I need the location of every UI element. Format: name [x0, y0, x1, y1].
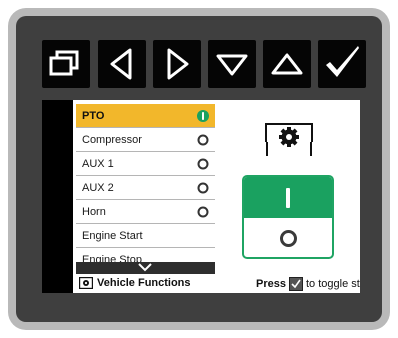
- list-item-label: AUX 1: [82, 158, 114, 170]
- gear-icon: [264, 123, 314, 156]
- list-item-label: AUX 2: [82, 182, 114, 194]
- toggle-off-state[interactable]: [244, 218, 332, 257]
- up-button[interactable]: [263, 40, 311, 88]
- list-item-engine-start[interactable]: Engine Start: [76, 224, 215, 248]
- list-item-label: Engine Start: [82, 230, 143, 242]
- list-item-compressor[interactable]: Compressor: [76, 128, 215, 152]
- toggle-on-state[interactable]: [244, 177, 332, 218]
- state-toggle[interactable]: [242, 175, 334, 259]
- function-list: PTO Compressor AUX 1 AUX 2 Horn Engine S…: [76, 104, 215, 272]
- confirm-button[interactable]: [318, 40, 366, 88]
- list-item-horn[interactable]: Horn: [76, 200, 215, 224]
- list-item-aux2[interactable]: AUX 2: [76, 176, 215, 200]
- list-item-pto[interactable]: PTO: [76, 104, 215, 128]
- right-button[interactable]: [153, 40, 201, 88]
- checkmark-key-icon: [288, 277, 303, 291]
- status-bar: Vehicle Functions Press to toggle state: [76, 275, 360, 293]
- triangle-down-icon: [216, 54, 248, 76]
- gear-icon: [79, 277, 93, 289]
- triangle-right-icon: [167, 48, 189, 80]
- down-button[interactable]: [208, 40, 256, 88]
- toggle-hint: Press to toggle state: [256, 277, 360, 291]
- checkmark-icon: [326, 46, 359, 77]
- list-item-label: Compressor: [82, 134, 142, 146]
- toggle-off-icon: [197, 206, 209, 218]
- section-title: Vehicle Functions: [97, 277, 191, 289]
- off-symbol-icon: [279, 230, 297, 247]
- windows-button[interactable]: [42, 40, 90, 88]
- on-symbol-icon: [286, 187, 290, 208]
- toggle-off-icon: [197, 182, 209, 194]
- list-item-aux1[interactable]: AUX 1: [76, 152, 215, 176]
- chevron-down-icon: [138, 263, 152, 272]
- list-item-label: Horn: [82, 206, 106, 218]
- windows-icon: [49, 50, 79, 76]
- left-button[interactable]: [98, 40, 146, 88]
- triangle-up-icon: [271, 53, 303, 75]
- list-item-label: PTO: [82, 110, 105, 122]
- press-label: Press: [256, 278, 286, 290]
- hint-text: to toggle state: [305, 278, 360, 290]
- display-screen: PTO Compressor AUX 1 AUX 2 Horn Engine S…: [42, 100, 360, 293]
- scroll-indicator[interactable]: [76, 262, 215, 274]
- toggle-off-icon: [197, 134, 209, 146]
- toggle-off-icon: [197, 158, 209, 170]
- triangle-left-icon: [110, 48, 132, 80]
- section-label: Vehicle Functions: [79, 277, 191, 289]
- left-bar: [42, 100, 73, 293]
- toggle-on-icon: [197, 110, 209, 122]
